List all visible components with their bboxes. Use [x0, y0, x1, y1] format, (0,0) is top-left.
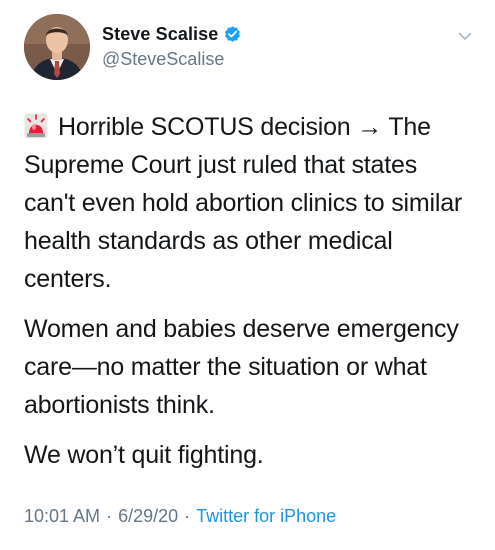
author-handle[interactable]: @SteveScalise	[102, 49, 224, 70]
police-light-icon	[24, 112, 48, 139]
tweet-paragraph-3: We won’t quit fighting.	[24, 441, 264, 469]
tweet-paragraph-2: Women and babies deserve emergency care—…	[24, 315, 459, 419]
tweet-date[interactable]: 6/29/20	[118, 506, 178, 527]
tweet-card: Steve Scalise @SteveScalise Horrible SCO…	[0, 0, 495, 550]
meta-separator: ·	[106, 506, 113, 526]
tweet-paragraph-1-text: Horrible SCOTUS decision → The Supreme C…	[24, 113, 463, 293]
avatar-image	[24, 14, 90, 80]
tweet-body: Horrible SCOTUS decision → The Supreme C…	[24, 108, 474, 486]
tweet-time[interactable]: 10:01 AM	[24, 506, 100, 527]
tweet-meta: 10:01 AM · 6/29/20 · Twitter for iPhone	[24, 506, 336, 527]
avatar[interactable]	[24, 14, 90, 80]
chevron-down-icon[interactable]	[457, 28, 473, 44]
verified-badge-icon	[223, 25, 242, 44]
meta-separator: ·	[184, 506, 191, 526]
author-name-row: Steve Scalise	[102, 21, 242, 47]
tweet-paragraph-1: Horrible SCOTUS decision → The Supreme C…	[24, 108, 474, 298]
author-display-name[interactable]: Steve Scalise	[102, 24, 218, 45]
tweet-source-link[interactable]: Twitter for iPhone	[196, 506, 336, 527]
